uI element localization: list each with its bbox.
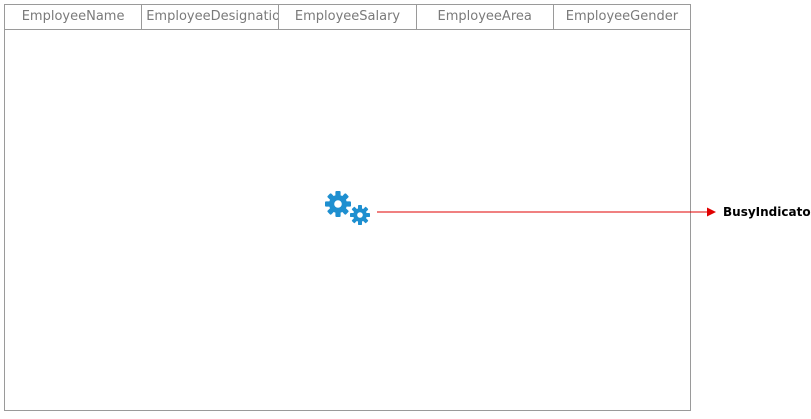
callout-label-busy-indicator: BusyIndicator bbox=[723, 205, 811, 219]
column-header-employee-designation[interactable]: EmployeeDesignatio bbox=[142, 5, 280, 29]
grid-header-row: EmployeeName EmployeeDesignatio Employee… bbox=[5, 5, 690, 30]
column-header-employee-name[interactable]: EmployeeName bbox=[5, 5, 143, 29]
column-header-employee-salary[interactable]: EmployeeSalary bbox=[279, 5, 417, 29]
column-header-employee-gender[interactable]: EmployeeGender bbox=[554, 5, 690, 29]
column-header-employee-area[interactable]: EmployeeArea bbox=[417, 5, 554, 29]
callout-arrow bbox=[377, 207, 716, 217]
gears-icon bbox=[325, 191, 370, 225]
